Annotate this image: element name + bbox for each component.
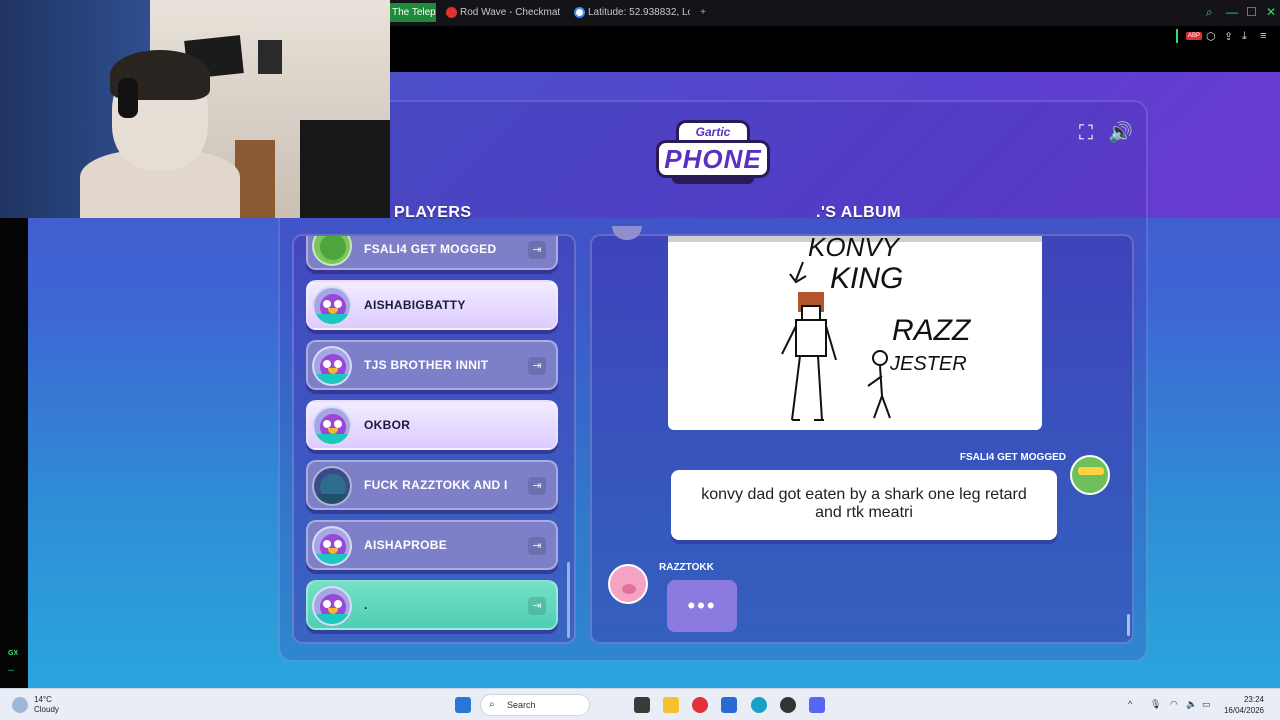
task-view-icon[interactable] <box>634 697 650 713</box>
minimize-icon[interactable]: — <box>1226 5 1238 19</box>
weather-widget[interactable]: 14°C Cloudy <box>34 695 59 715</box>
message-bubble: konvy dad got eaten by a shark one leg r… <box>671 470 1057 540</box>
google-icon <box>574 7 585 18</box>
drawing-text-konvy: KONVY <box>808 236 901 262</box>
tab-bar: The Teleph Rod Wave - Checkmate ( Latitu… <box>388 0 1280 26</box>
players-title: PLAYERS <box>394 204 472 221</box>
kick-icon[interactable]: ⇥ <box>528 477 546 495</box>
file-explorer-icon[interactable] <box>663 697 679 713</box>
drawing-text-jester: JESTER <box>889 353 967 375</box>
player-row[interactable]: FUCK RAZZTOKK AND I ⇥ <box>306 460 558 510</box>
clock[interactable]: 23:24 16/04/2026 <box>1224 694 1264 716</box>
mic-icon[interactable]: 🎙 <box>1150 699 1161 710</box>
weather-icon[interactable] <box>12 697 28 713</box>
album-scrollbar[interactable] <box>1127 614 1130 636</box>
avatar <box>1070 455 1110 495</box>
battery-icon[interactable]: ▭ <box>1202 699 1211 710</box>
search-input[interactable]: ⌕ Search <box>480 694 590 716</box>
players-list: FSALI4 GET MOGGED ⇥ AISHABIGBATTY TJS BR… <box>292 234 576 644</box>
adblock-icon[interactable]: ABP <box>1186 32 1203 40</box>
typing-author: RAZZTOKK <box>659 562 714 573</box>
tab-latitude[interactable]: Latitude: 52.938832, Longit <box>572 3 690 22</box>
kick-icon[interactable]: ⇥ <box>528 537 546 555</box>
address-bar: ABP ⬡ ⇪ ⤓ ≡ <box>390 26 1280 72</box>
close-icon[interactable]: ✕ <box>1266 5 1276 19</box>
opera-icon[interactable] <box>692 697 708 713</box>
webcam-overlay <box>0 0 390 218</box>
kick-icon[interactable]: ⇥ <box>528 357 546 375</box>
gx-label[interactable]: GX <box>8 650 18 657</box>
volume-tray-icon[interactable]: 🔈 <box>1186 699 1197 710</box>
taskbar: 14°C Cloudy ⌕ Search ^ 🎙 ◠ 🔈 ▭ 23:24 16/0… <box>0 688 1280 720</box>
typing-indicator: ••• <box>667 580 737 632</box>
avatar <box>312 586 352 626</box>
volume-icon[interactable]: 🔊 <box>1108 121 1133 145</box>
search-icon[interactable]: ⌕ <box>1206 5 1213 20</box>
player-row-self[interactable]: . ⇥ <box>306 580 558 630</box>
tab-telephone[interactable]: The Teleph <box>388 3 436 22</box>
players-scrollbar[interactable] <box>567 562 570 638</box>
search-icon: ⌕ <box>489 699 495 710</box>
kick-icon[interactable]: ⇥ <box>528 597 546 615</box>
avatar <box>312 346 352 386</box>
avatar <box>312 526 352 566</box>
tray-chevron-icon[interactable]: ^ <box>1128 699 1132 709</box>
sidebar-more-icon[interactable]: ... <box>8 666 14 673</box>
player-row[interactable]: TJS BROTHER INNIT ⇥ <box>306 340 558 390</box>
menu-icon[interactable]: ≡ <box>1260 30 1266 42</box>
avatar <box>312 466 352 506</box>
start-icon[interactable] <box>455 697 471 713</box>
drawing-text-razz: RAZZ <box>892 314 972 347</box>
divider <box>1176 29 1178 43</box>
maximize-icon[interactable]: ☐ <box>1246 5 1257 19</box>
wifi-icon[interactable]: ◠ <box>1170 699 1178 710</box>
player-row[interactable]: AISHABIGBATTY <box>306 280 558 330</box>
kick-icon[interactable]: ⇥ <box>528 241 546 259</box>
message-author: FSALI4 GET MOGGED <box>959 452 1066 463</box>
edge-icon[interactable] <box>751 697 767 713</box>
album-drawing: KONVY KING RAZZ JESTER <box>668 236 1042 430</box>
new-tab-button[interactable]: + <box>696 3 710 22</box>
browser-sidebar: GX ... <box>0 218 28 688</box>
gartic-phone-logo: Gartic PHONE <box>656 118 770 186</box>
avatar <box>312 406 352 446</box>
discord-icon[interactable] <box>809 697 825 713</box>
tab-rod-wave[interactable]: Rod Wave - Checkmate ( <box>444 3 560 22</box>
player-row[interactable]: AISHAPROBE ⇥ <box>306 520 558 570</box>
album-title: .'S ALBUM <box>816 204 902 221</box>
fullscreen-icon[interactable]: ⛶ <box>1074 121 1098 145</box>
avatar <box>608 564 648 604</box>
avatar <box>312 286 352 326</box>
player-row[interactable]: FSALI4 GET MOGGED ⇥ <box>306 236 558 270</box>
download-icon[interactable]: ⤓ <box>1242 30 1247 43</box>
player-row[interactable]: OKBOR <box>306 400 558 450</box>
share-icon[interactable]: ⇪ <box>1224 30 1233 43</box>
drawing-text-king: KING <box>830 262 903 295</box>
app-icon[interactable] <box>780 697 796 713</box>
extensions-icon[interactable]: ⬡ <box>1206 30 1216 43</box>
store-icon[interactable] <box>721 697 737 713</box>
drawing-canvas: KONVY KING RAZZ JESTER <box>668 236 1042 421</box>
avatar <box>312 236 352 266</box>
youtube-icon <box>446 7 457 18</box>
